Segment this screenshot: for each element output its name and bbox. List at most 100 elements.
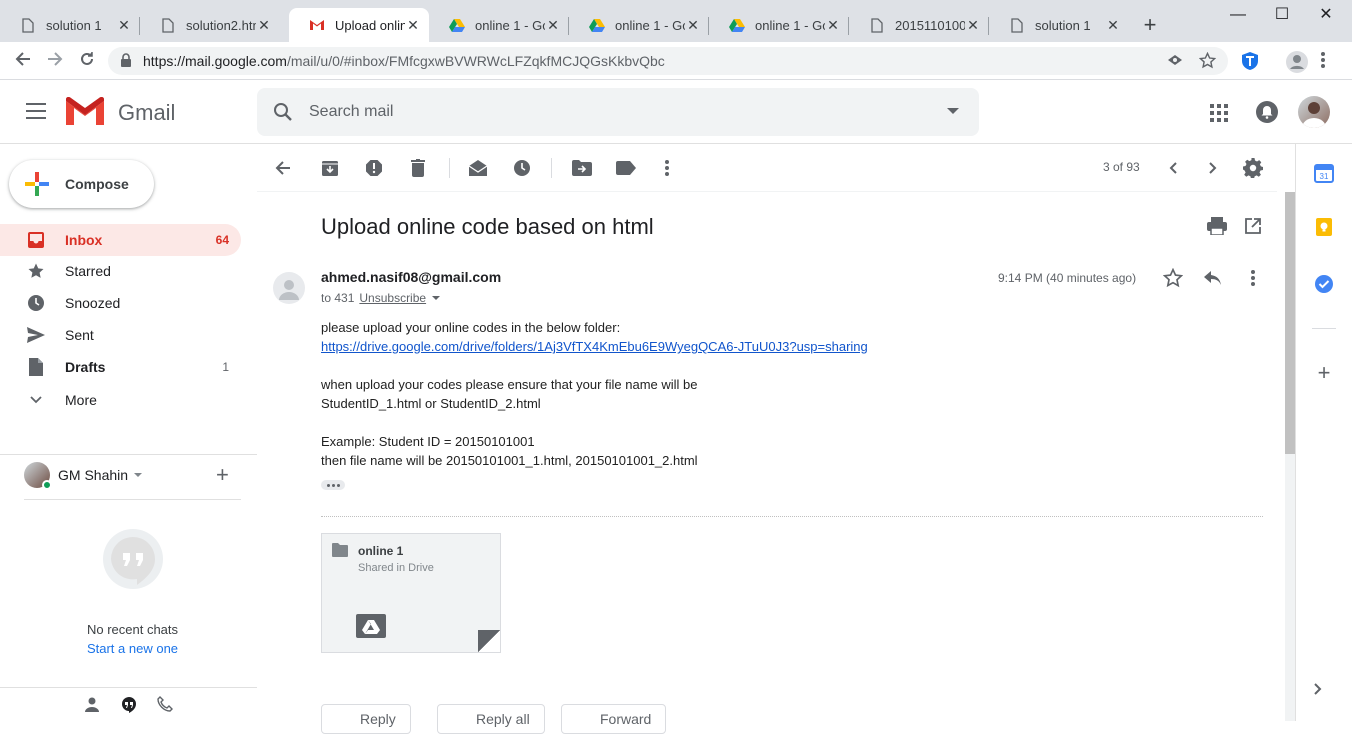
forward-button[interactable]: [43, 49, 67, 73]
delete-icon[interactable]: [408, 158, 428, 178]
label-icon[interactable]: [616, 158, 636, 178]
hangouts-bottom-bar: [0, 687, 257, 721]
show-details-icon[interactable]: [432, 296, 441, 300]
report-spam-icon[interactable]: [364, 158, 384, 178]
body-line: StudentID_1.html or StudentID_2.html: [321, 396, 541, 411]
sidebar-item-inbox[interactable]: Inbox 64: [0, 224, 241, 256]
new-tab-button[interactable]: +: [1138, 14, 1162, 38]
archive-icon[interactable]: [320, 158, 340, 178]
search-options-icon[interactable]: [947, 108, 959, 114]
drive-icon: [729, 17, 745, 33]
sidebar-item-label: Sent: [65, 327, 94, 343]
sidebar-item-drafts[interactable]: Drafts 1: [0, 351, 241, 383]
tab-title: Upload online: [335, 17, 405, 33]
scrollbar[interactable]: [1285, 192, 1295, 721]
browser-tab[interactable]: solution 1 ✕: [989, 8, 1129, 42]
keep-icon[interactable]: [1314, 217, 1334, 237]
google-apps-icon[interactable]: [1210, 104, 1228, 122]
minimize-button[interactable]: —: [1218, 4, 1258, 28]
browser-tab[interactable]: solution 1 ✕: [0, 8, 140, 42]
more-options-icon[interactable]: [657, 158, 677, 178]
older-chevron-right-icon[interactable]: [1203, 158, 1223, 178]
sidebar-item-snoozed[interactable]: Snoozed: [0, 287, 241, 319]
hangouts-icon[interactable]: [120, 696, 138, 714]
close-window-button[interactable]: ✕: [1306, 4, 1346, 28]
phone-icon[interactable]: [157, 696, 175, 714]
browser-menu-icon[interactable]: [1320, 51, 1342, 73]
account-avatar[interactable]: [1298, 96, 1330, 128]
browser-tab[interactable]: 20151101003 ✕: [849, 8, 989, 42]
main-menu-icon[interactable]: [26, 103, 46, 119]
close-tab-icon[interactable]: ✕: [965, 17, 981, 33]
sidebar-item-starred[interactable]: Starred: [0, 255, 241, 287]
mark-unread-icon[interactable]: [468, 158, 488, 178]
sidebar-item-label: Snoozed: [65, 295, 121, 311]
browser-tab[interactable]: online 1 - Goo ✕: [429, 8, 569, 42]
maximize-button[interactable]: ☐: [1262, 4, 1302, 28]
open-in-new-window-icon[interactable]: [1243, 216, 1263, 236]
tasks-icon[interactable]: [1314, 274, 1334, 294]
snooze-icon[interactable]: [512, 158, 532, 178]
back-button[interactable]: [11, 49, 35, 73]
calendar-icon[interactable]: 31: [1314, 163, 1334, 183]
sidebar-item-label: Inbox: [65, 232, 103, 248]
browser-tab[interactable]: online 1 - Goo ✕: [569, 8, 709, 42]
reply-icon[interactable]: [1203, 268, 1223, 288]
drive-attachment-card[interactable]: online 1 Shared in Drive: [321, 533, 501, 653]
draft-count: 1: [222, 360, 229, 374]
close-tab-icon[interactable]: ✕: [1105, 17, 1121, 33]
lock-icon: [120, 53, 132, 73]
email-timestamp: 9:14 PM (40 minutes ago): [998, 271, 1137, 285]
get-addons-plus-icon[interactable]: +: [1314, 362, 1334, 384]
sender-email[interactable]: ahmed.nasif08@gmail.com: [321, 269, 501, 285]
sidebar-item-more[interactable]: More: [0, 384, 241, 416]
print-icon[interactable]: [1207, 216, 1227, 236]
notifications-icon[interactable]: [1256, 101, 1278, 123]
close-tab-icon[interactable]: ✕: [545, 17, 561, 33]
eye-icon[interactable]: [1167, 52, 1185, 70]
forward-button[interactable]: Forward: [561, 704, 667, 734]
scrollbar-thumb[interactable]: [1285, 192, 1295, 454]
star-email-icon[interactable]: [1163, 268, 1183, 288]
sender-avatar[interactable]: [273, 272, 305, 304]
more-email-options-icon[interactable]: [1243, 268, 1263, 288]
browser-tab[interactable]: online 1 - Goo ✕: [709, 8, 849, 42]
tab-title: online 1 - Goo: [475, 17, 545, 33]
browser-tab[interactable]: solution2.html ✕: [140, 8, 280, 42]
close-tab-icon[interactable]: ✕: [116, 17, 132, 33]
settings-gear-icon[interactable]: [1243, 158, 1263, 178]
reply-button[interactable]: Reply: [321, 704, 411, 734]
expand-panel-chevron-icon[interactable]: [1314, 682, 1334, 702]
bookmark-star-icon[interactable]: [1198, 51, 1217, 70]
address-bar[interactable]: https://mail.google.com/mail/u/0/#inbox/…: [108, 47, 1228, 75]
profile-icon[interactable]: [1286, 51, 1308, 73]
sidebar-item-sent[interactable]: Sent: [0, 319, 241, 351]
reload-button[interactable]: [75, 49, 99, 73]
drive-folder-link[interactable]: https://drive.google.com/drive/folders/1…: [321, 339, 868, 354]
side-panel: 31 +: [1295, 144, 1352, 721]
contacts-icon[interactable]: [84, 696, 102, 714]
email-body: please upload your online codes in the b…: [321, 318, 868, 470]
gmail-logo-icon[interactable]: [66, 96, 104, 130]
hangouts-user[interactable]: GM Shahin: [24, 462, 143, 490]
compose-button[interactable]: Compose: [9, 160, 154, 208]
unsubscribe-link[interactable]: Unsubscribe: [359, 291, 426, 305]
close-tab-icon[interactable]: ✕: [685, 17, 701, 33]
search-icon[interactable]: [271, 100, 295, 129]
close-tab-icon[interactable]: ✕: [405, 17, 421, 33]
move-to-icon[interactable]: [572, 158, 592, 178]
reply-all-button[interactable]: Reply all: [437, 704, 545, 734]
search-input[interactable]: [309, 100, 909, 124]
close-tab-icon[interactable]: ✕: [256, 17, 272, 33]
body-line: when upload your codes please ensure tha…: [321, 377, 698, 392]
new-chat-plus-icon[interactable]: +: [216, 464, 229, 486]
extension-shield-icon[interactable]: [1240, 51, 1262, 73]
browser-tab-active[interactable]: Upload online ✕: [289, 8, 429, 42]
back-to-inbox-icon[interactable]: [273, 158, 293, 178]
show-trimmed-content-button[interactable]: [321, 480, 345, 490]
start-new-chat-link[interactable]: Start a new one: [0, 641, 265, 656]
newer-chevron-left-icon[interactable]: [1163, 158, 1183, 178]
hangouts-user-name: GM Shahin: [58, 467, 129, 483]
close-tab-icon[interactable]: ✕: [825, 17, 841, 33]
compose-plus-icon: [25, 172, 49, 196]
